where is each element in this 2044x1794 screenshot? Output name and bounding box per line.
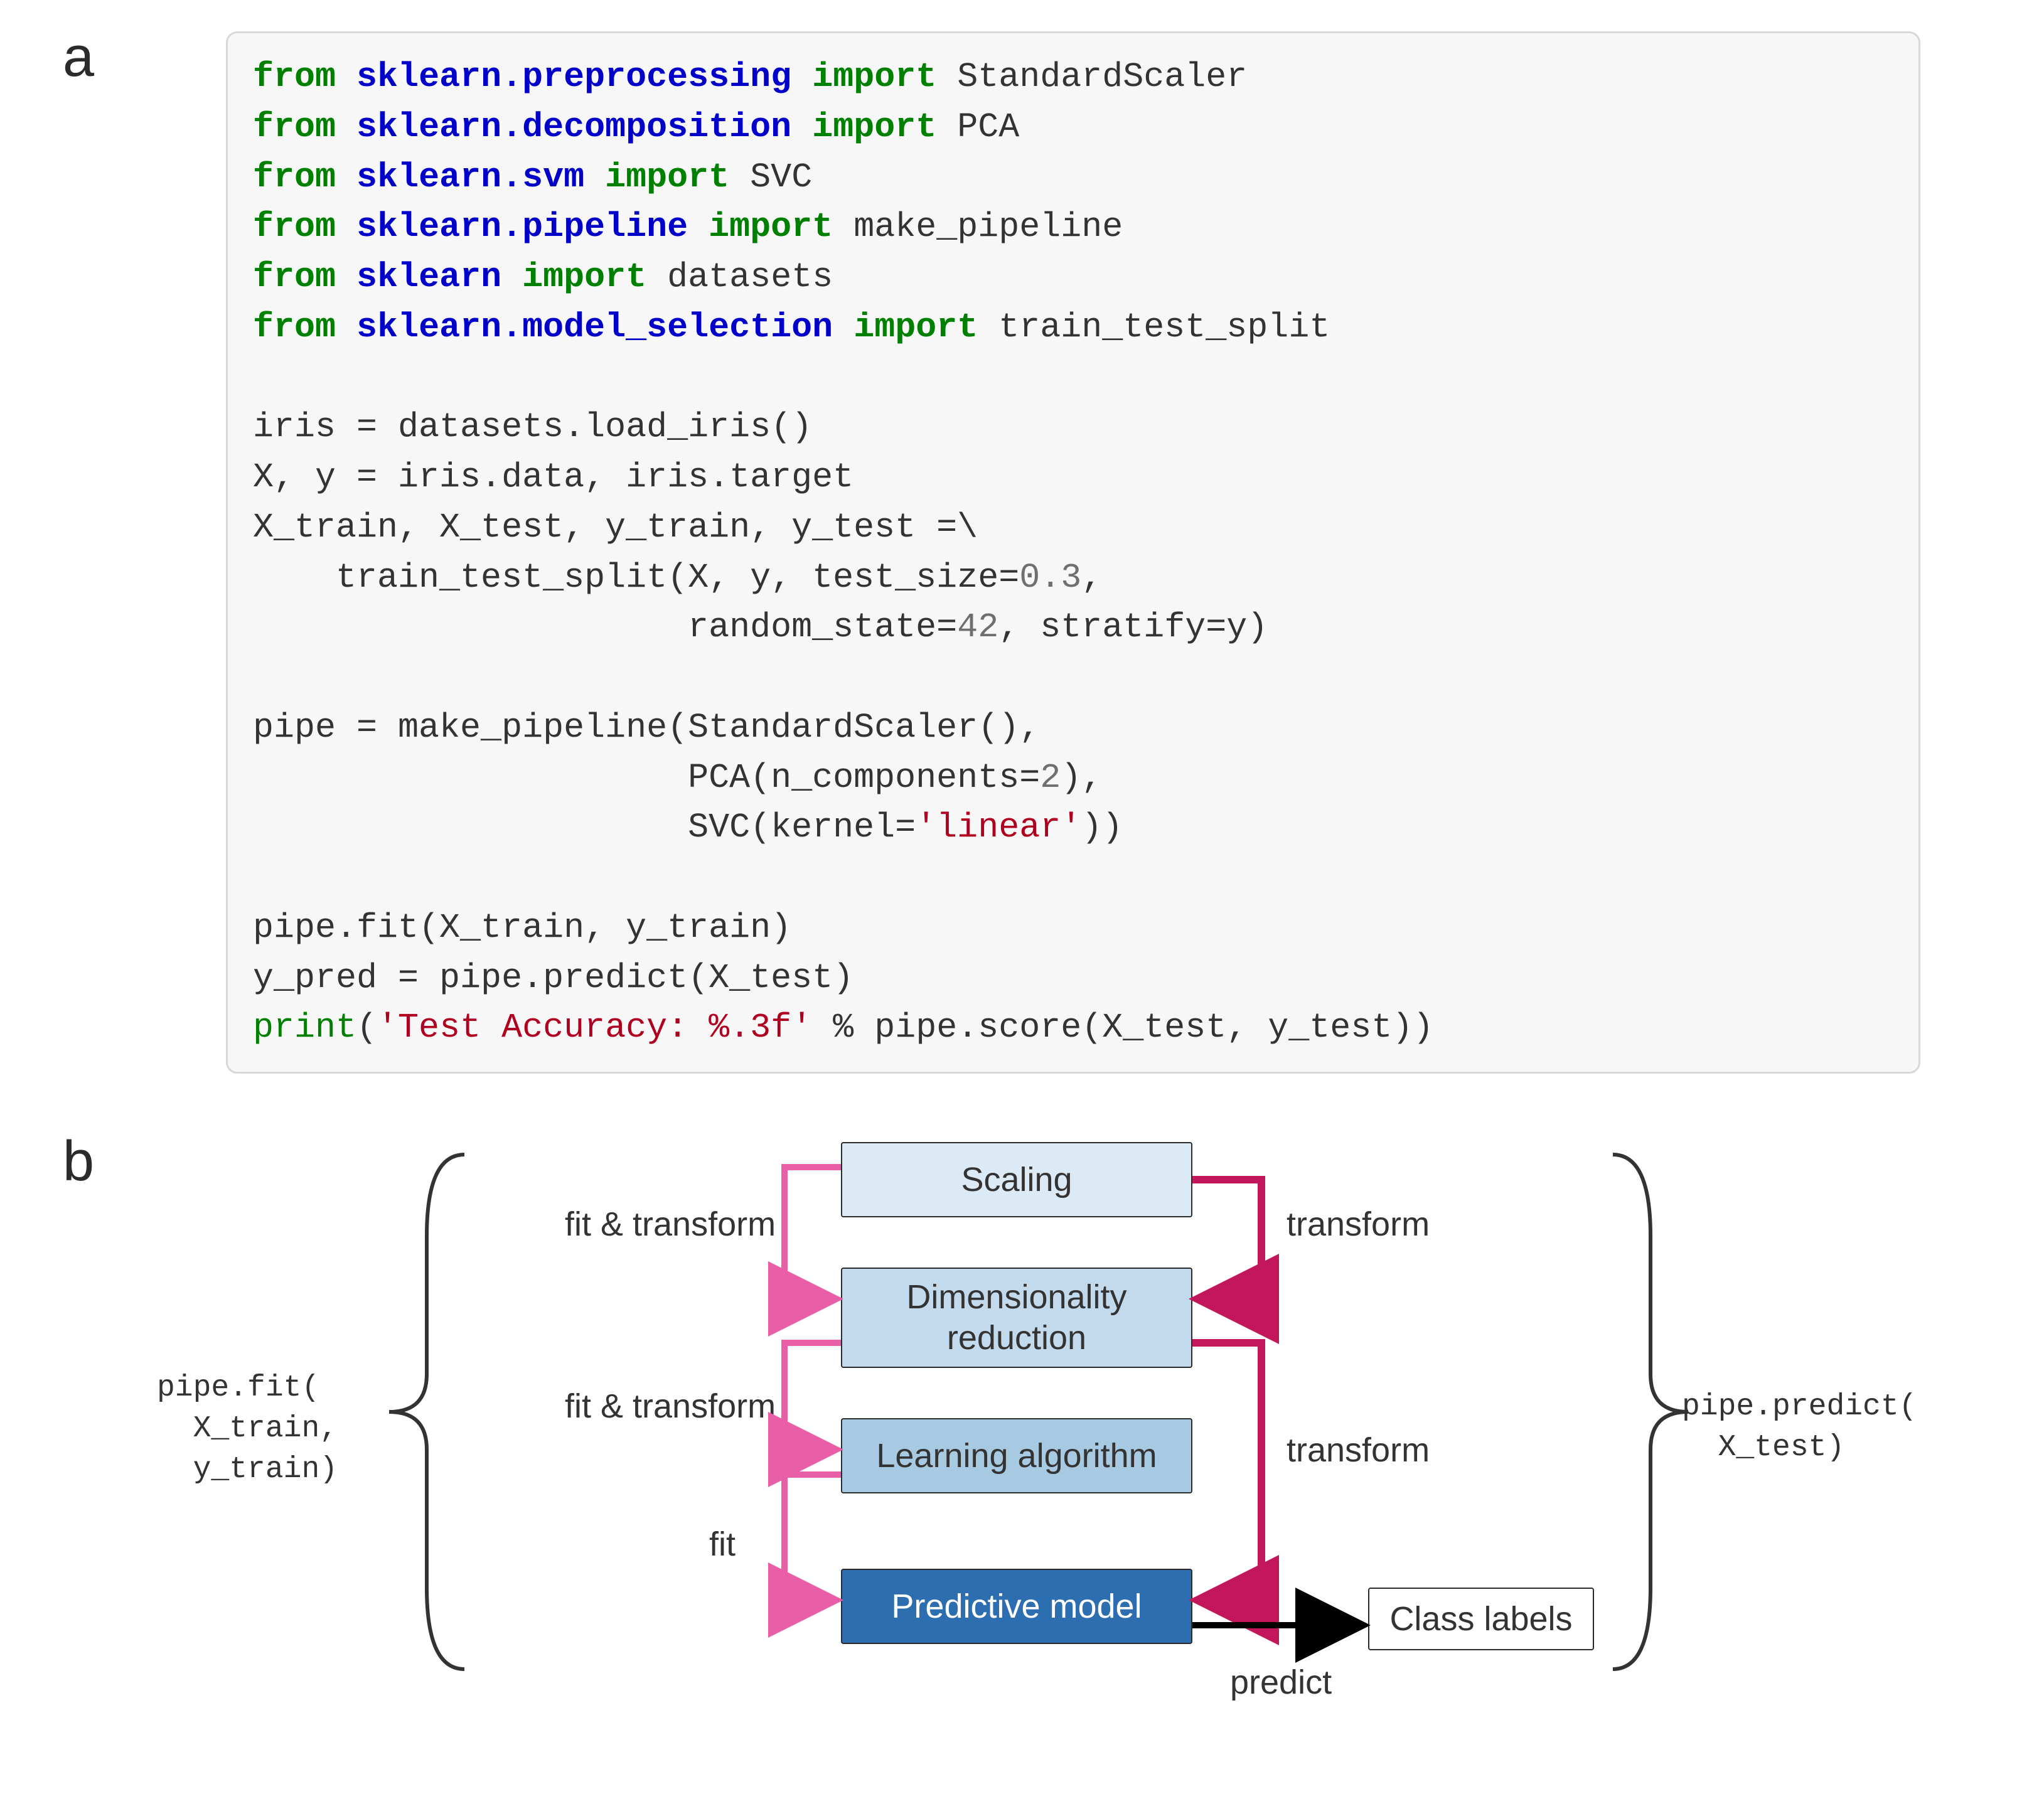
- box-model-label: Predictive model: [891, 1587, 1142, 1626]
- box-learning-label: Learning algorithm: [876, 1436, 1157, 1475]
- label-fit-transform-1: fit & transform: [565, 1205, 776, 1244]
- box-scaling-label: Scaling: [961, 1160, 1072, 1199]
- label-fit-transform-2: fit & transform: [565, 1387, 776, 1426]
- call-fit: pipe.fit( X_train, y_train): [157, 1368, 338, 1490]
- box-model: Predictive model: [841, 1569, 1192, 1644]
- box-scaling: Scaling: [841, 1142, 1192, 1217]
- label-transform-1: transform: [1287, 1205, 1430, 1244]
- box-classlabels: Class labels: [1368, 1588, 1594, 1650]
- call-predict: pipe.predict( X_test): [1682, 1387, 1917, 1468]
- box-dimred: Dimensionalityreduction: [841, 1268, 1192, 1368]
- box-learning: Learning algorithm: [841, 1418, 1192, 1493]
- box-dimred-label: Dimensionalityreduction: [906, 1277, 1126, 1359]
- label-transform-2: transform: [1287, 1431, 1430, 1470]
- code-block: from sklearn.preprocessing import Standa…: [226, 31, 1920, 1074]
- box-classlabels-label: Class labels: [1389, 1599, 1572, 1638]
- label-predict: predict: [1230, 1663, 1332, 1702]
- label-fit: fit: [709, 1525, 736, 1564]
- pipeline-diagram: Scaling Dimensionalityreduction Learning…: [75, 1136, 1958, 1763]
- code-content: from sklearn.preprocessing import Standa…: [253, 52, 1893, 1053]
- panel-label-a: a: [63, 25, 94, 90]
